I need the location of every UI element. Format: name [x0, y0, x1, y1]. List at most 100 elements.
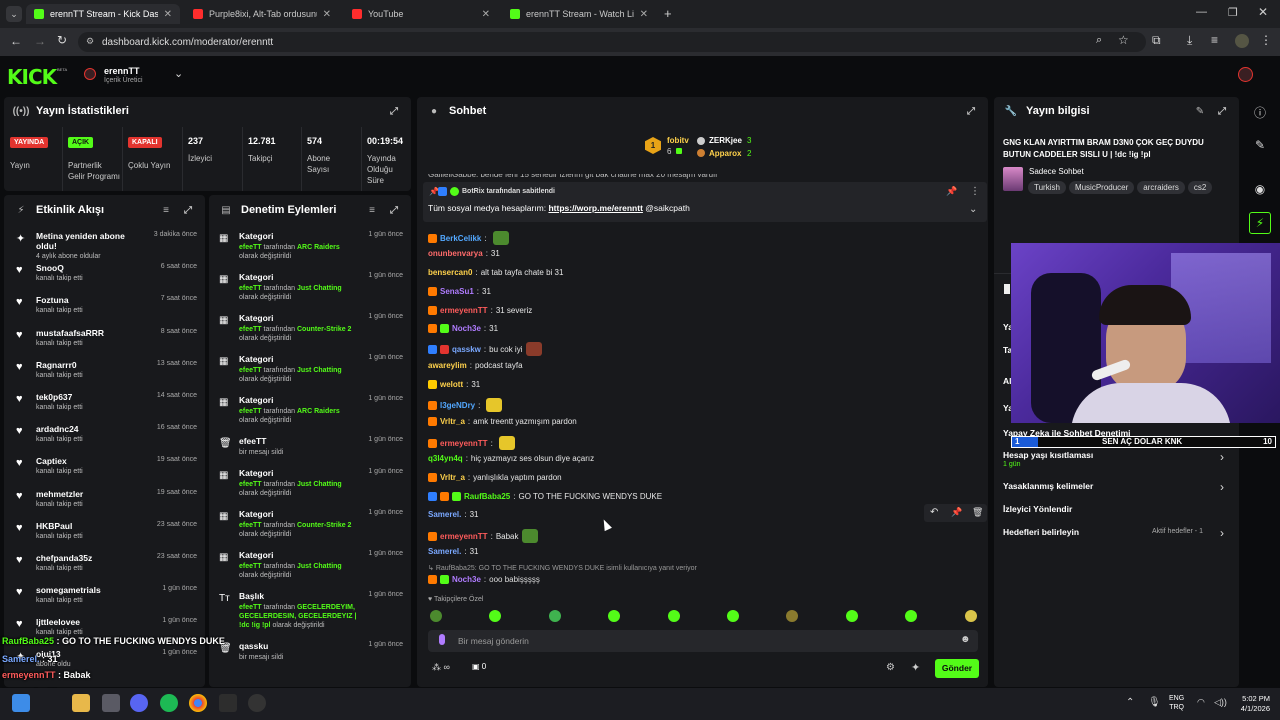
- chevron-right-icon[interactable]: ›: [1220, 450, 1224, 464]
- reply-user[interactable]: Noch3e: [452, 575, 481, 584]
- mod-action-row[interactable]: ▦ Kategori efeeTT tarafından ARC Raiders o…: [209, 225, 411, 266]
- zoom-icon[interactable]: ⌕: [1096, 34, 1102, 47]
- activity-row[interactable]: ♥ chefpanda35z kanalı takip etti 23 saat ön…: [4, 547, 205, 579]
- popout-icon[interactable]: ⤢: [964, 104, 978, 118]
- chat-username[interactable]: Vrltr_a: [440, 417, 465, 426]
- popout-icon[interactable]: ⤢: [1215, 104, 1229, 118]
- activity-name[interactable]: SnooQ: [36, 263, 83, 273]
- browser-menu-icon[interactable]: ⋮: [1260, 33, 1272, 47]
- browser-tab[interactable]: erennTT Stream - Kick Dashboa ✕: [26, 4, 180, 24]
- activity-name[interactable]: ardadnc24: [36, 424, 83, 434]
- profile-avatar[interactable]: [1235, 34, 1249, 48]
- capture-icon[interactable]: ◉: [1249, 178, 1271, 200]
- chat-message[interactable]: ermeyennTT:: [428, 436, 515, 450]
- chat-username[interactable]: l3geNDry: [440, 401, 475, 410]
- tray-mic-icon[interactable]: 🎙: [1148, 697, 1161, 708]
- chat-emote-icon[interactable]: [521, 529, 538, 543]
- chat-username[interactable]: Samerel.: [428, 547, 461, 556]
- settings-row[interactable]: Hesap yaşı kısıtlaması 1 gün: [1003, 450, 1093, 468]
- file-explorer-icon[interactable]: [72, 694, 90, 712]
- chrome-icon[interactable]: [189, 694, 207, 712]
- stream-tag[interactable]: Turkish: [1028, 181, 1066, 194]
- channel-avatar[interactable]: [84, 68, 96, 80]
- gifter-1-name[interactable]: fobitv: [667, 136, 689, 145]
- popout-icon[interactable]: ⤢: [387, 203, 401, 217]
- chat-username[interactable]: BerkCelikk: [440, 234, 481, 243]
- back-icon[interactable]: ←: [10, 34, 22, 48]
- new-tab-button[interactable]: +: [664, 6, 672, 21]
- chat-emote-icon[interactable]: [525, 342, 542, 356]
- chat-settings-icon[interactable]: ⚙: [886, 662, 895, 673]
- points-display[interactable]: ⁂ ∞: [432, 662, 450, 673]
- chat-emote-icon[interactable]: [486, 398, 503, 412]
- mod-action-row[interactable]: 🗑 qassku bir mesajı sildi 1 gün önce: [209, 635, 411, 665]
- activity-row[interactable]: ♥ Foztuna kanalı takip etti 7 saat önce: [4, 289, 205, 321]
- pencil-icon[interactable]: ✎: [1249, 134, 1271, 156]
- pinned-more-icon[interactable]: ⋮: [970, 186, 980, 197]
- obs-icon[interactable]: [248, 694, 266, 712]
- pinned-link[interactable]: https://worp.me/erenntt: [548, 203, 642, 213]
- activity-name[interactable]: mehmetzler: [36, 489, 83, 499]
- microphone-icon[interactable]: [439, 634, 445, 645]
- settings-row[interactable]: Hedefleri belirleyin: [1003, 527, 1079, 537]
- popout-icon[interactable]: ⤢: [181, 203, 195, 217]
- tab-search-button[interactable]: ⌄: [6, 6, 22, 22]
- mod-action-user[interactable]: efeeTT: [239, 563, 262, 570]
- filter-icon[interactable]: ≡: [159, 203, 173, 217]
- reply-icon[interactable]: ↶: [930, 507, 938, 518]
- activity-name[interactable]: mustafaafsaRRR: [36, 328, 104, 338]
- mod-action-row[interactable]: ▦ Kategori efeeTT tarafından Counter-Strik…: [209, 503, 411, 544]
- tab-close-icon[interactable]: ✕: [640, 9, 648, 20]
- settings-row[interactable]: Yasaklanmış kelimeler: [1003, 481, 1093, 491]
- filter-icon[interactable]: ≡: [365, 203, 379, 217]
- tray-chevron-icon[interactable]: ⌃: [1126, 697, 1134, 708]
- gift-count-display[interactable]: ▣ 0: [472, 662, 486, 671]
- chat-username[interactable]: ermeyennTT: [440, 439, 488, 448]
- activity-row[interactable]: ♥ mehmetzler kanalı takip etti 19 saat önce: [4, 483, 205, 515]
- chat-message[interactable]: bensercan0: alt tab tayfa chate bi 31: [428, 268, 563, 277]
- chat-username[interactable]: welott: [440, 380, 463, 389]
- chat-emote-icon[interactable]: [498, 436, 515, 450]
- chat-bot-icon[interactable]: ✦: [911, 661, 920, 674]
- mod-action-user[interactable]: efeeTT: [239, 522, 262, 529]
- emote-option-icon[interactable]: [667, 610, 680, 622]
- language-indicator[interactable]: ENG TRQ: [1169, 694, 1184, 712]
- mod-action-row[interactable]: Tт Başlık efeeTT tarafından GECELERDEYIM, …: [209, 585, 411, 635]
- emote-option-icon[interactable]: [608, 610, 621, 622]
- chat-message[interactable]: SenaSu1:31: [428, 287, 491, 296]
- chat-username[interactable]: SenaSu1: [440, 287, 474, 296]
- stream-tag[interactable]: arcraiders: [1137, 181, 1185, 194]
- activity-name[interactable]: Foztuna: [36, 295, 83, 305]
- mod-action-row[interactable]: ▦ Kategori efeeTT tarafından Just Chatting…: [209, 348, 411, 389]
- emote-option-icon[interactable]: [905, 610, 918, 622]
- close-window-button[interactable]: ✕: [1258, 5, 1268, 19]
- mod-action-row[interactable]: ▦ Kategori efeeTT tarafından Counter-Strik…: [209, 307, 411, 348]
- activity-name[interactable]: HKBPaul: [36, 521, 83, 531]
- chat-message[interactable]: onunbenvarya:31: [428, 249, 500, 258]
- forward-icon[interactable]: →: [34, 34, 46, 48]
- mod-action-row[interactable]: 🗑 efeeTT bir mesajı sildi 1 gün önce: [209, 430, 411, 462]
- store-icon[interactable]: [102, 694, 120, 712]
- chat-username[interactable]: Samerel.: [428, 510, 461, 519]
- emote-option-icon[interactable]: [964, 610, 977, 622]
- activity-row[interactable]: ♥ mustafaafsaRRR kanalı takip etti 8 saat ö…: [4, 322, 205, 354]
- activity-name[interactable]: chefpanda35z: [36, 553, 92, 563]
- emote-option-icon[interactable]: [489, 610, 502, 622]
- discord-icon[interactable]: [130, 694, 148, 712]
- maximize-window-button[interactable]: ❐: [1228, 6, 1238, 19]
- emote-option-icon[interactable]: [548, 610, 561, 622]
- activity-name[interactable]: tek0p637: [36, 392, 83, 402]
- settings-row[interactable]: İzleyici Yönlendir: [1003, 504, 1072, 514]
- pinned-expand-chevron-icon[interactable]: ⌄: [969, 204, 977, 215]
- edit-icon[interactable]: ✎: [1193, 104, 1207, 118]
- tab-close-icon[interactable]: ✕: [323, 9, 331, 20]
- chat-message[interactable]: Noch3e:31: [428, 324, 498, 333]
- mod-action-user[interactable]: efeeTT: [239, 244, 262, 251]
- spotify-icon[interactable]: [160, 694, 178, 712]
- activity-row[interactable]: ♥ HKBPaul kanalı takip etti 23 saat önce: [4, 515, 205, 547]
- site-info-icon[interactable]: ⚙: [86, 36, 94, 47]
- clock[interactable]: 5:02 PM 4/1/2026: [1234, 694, 1270, 714]
- pin-message-icon[interactable]: 📌: [951, 507, 962, 518]
- popout-icon[interactable]: ⤢: [387, 104, 401, 118]
- start-icon[interactable]: [12, 694, 30, 712]
